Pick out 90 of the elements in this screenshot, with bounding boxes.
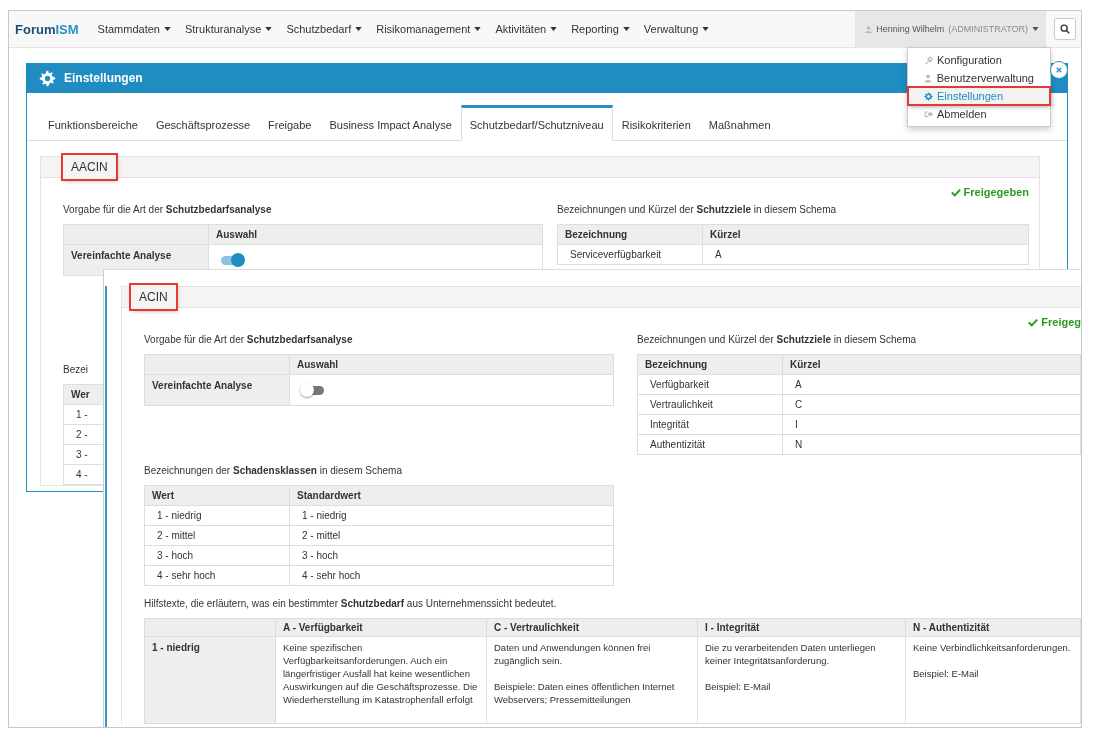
- table-cell: 2 - mittel: [289, 525, 614, 546]
- user-icon: [924, 73, 933, 83]
- table-cell: A: [782, 374, 1081, 395]
- cell-text: Keine spezifischen Verfügbarkeitsanforderungen. Auch ein längerfristiger Ausfall hat keine wesentlichen Auswirkungen auf die Geschäftsprozesse. Die Wiederherstellung im Katastrophenfall erfolgt: [283, 641, 479, 706]
- menu-item[interactable]: Abmelden: [908, 105, 1050, 123]
- table-cell: N: [782, 434, 1081, 455]
- table-cell: C: [782, 394, 1081, 415]
- caret-icon: [550, 27, 558, 31]
- close-icon: [1056, 67, 1062, 73]
- cell-text: Beispiel: E-Mail: [705, 680, 772, 693]
- caret-icon: [1032, 27, 1039, 31]
- table-cell: Authentizität: [637, 434, 783, 455]
- column-header: Bezeichnung: [557, 224, 703, 245]
- table-cell: 3 - hoch: [289, 545, 614, 566]
- section-intro: Vorgabe für die Art der Schutzbedarfsanalyse: [63, 204, 273, 215]
- plug-icon: [924, 55, 933, 65]
- user-menu-button[interactable]: Henning Wilhelm (ADMINISTRATOR): [855, 11, 1046, 47]
- cell-text: Die zu verarbeitenden Daten unterliegen keiner Integritätsanforderung.: [705, 641, 877, 667]
- tab[interactable]: Maßnahmen: [699, 105, 780, 141]
- section-intro: Vorgabe für die Art der Schutzbedarfsanalyse: [144, 334, 354, 345]
- column-header: Auswahl: [208, 224, 543, 245]
- table-cell: I: [782, 414, 1081, 435]
- caret-icon: [622, 27, 630, 31]
- menu-item[interactable]: Verwaltung: [636, 23, 717, 35]
- check-icon: [950, 187, 961, 197]
- caret-icon: [355, 27, 363, 31]
- tab[interactable]: Schutzbedarf/Schutzniveau: [460, 105, 613, 141]
- menu-item[interactable]: Stammdaten: [90, 23, 178, 35]
- table-cell: Vertraulichkeit: [637, 394, 783, 415]
- tab[interactable]: Funktionsbereiche: [39, 105, 147, 141]
- table-cell: 1 - niedrig: [289, 505, 614, 526]
- status-label: Freigegeben: [950, 186, 1029, 198]
- search-icon: [1060, 24, 1070, 34]
- column-header: I - Integrität: [697, 618, 906, 637]
- row-header: Vereinfachte Analyse: [144, 374, 290, 406]
- tab[interactable]: Geschäftsprozesse: [146, 105, 260, 141]
- check-icon: [1028, 317, 1039, 327]
- menu-item[interactable]: Strukturanalyse: [177, 23, 280, 35]
- column-header: A - Verfügbarkeit: [275, 618, 487, 637]
- cell-text: Daten und Anwendungen können frei zugänglich sein.: [494, 641, 652, 667]
- status-label: Freigeg: [1028, 316, 1081, 328]
- toggle-switch[interactable]: [221, 256, 243, 266]
- cell-text: Beispiele: Daten eines öffentlichen Internet Webservers; Pressemitteilungen: [494, 680, 676, 706]
- table-cell: 4 - sehr hoch: [289, 565, 614, 586]
- settings-icon: [924, 91, 933, 101]
- column-header: Kürzel: [702, 224, 1029, 245]
- toggle-switch[interactable]: [302, 386, 324, 396]
- settings-icon: [39, 69, 56, 87]
- table-cell: A: [702, 244, 1029, 265]
- tab[interactable]: Business Impact Analyse: [320, 105, 461, 141]
- menu-item[interactable]: Schutzbedarf: [279, 23, 370, 35]
- menu-item[interactable]: Reporting: [564, 23, 637, 35]
- menu-item[interactable]: Benutzerverwaltung: [908, 69, 1050, 87]
- menu-item[interactable]: Konfiguration: [908, 51, 1050, 69]
- tab[interactable]: Risikokriterien: [612, 105, 700, 141]
- caret-icon: [702, 27, 710, 31]
- table-cell: 4 - sehr hoch: [144, 565, 290, 586]
- table-cell: 2 - mittel: [144, 525, 290, 546]
- column-header: Standardwert: [289, 485, 614, 506]
- column-header: Bezeichnung: [637, 354, 783, 375]
- search-button[interactable]: [1054, 18, 1076, 40]
- section-intro: Bezeichnungen und Kürzel der Schutzziele in diesem Schema: [557, 204, 838, 215]
- table-cell: 3 - hoch: [144, 545, 290, 566]
- menu-item[interactable]: Aktivitäten: [488, 23, 565, 35]
- table-cell: Integrität: [637, 414, 783, 435]
- table-cell: 1 - niedrig: [144, 505, 290, 526]
- dialog-title: Einstellungen: [64, 71, 143, 85]
- column-header: Auswahl: [289, 354, 614, 375]
- section-intro: Hilfstexte, die erläutern, was ein bestimmter Schutzbedarf aus Unternehmenssicht bedeutet.: [144, 598, 558, 609]
- schema-name: AACIN: [63, 155, 116, 179]
- table-cell: Verfügbarkeit: [637, 374, 783, 395]
- column-header: Wert: [144, 485, 290, 506]
- section-intro: Bezeichnungen und Kürzel der Schutzziele in diesem Schema: [637, 334, 918, 345]
- column-header: C - Vertraulichkeit: [486, 618, 698, 637]
- cell-text: Beispiel: E-Mail: [913, 667, 980, 680]
- schema-name: ACIN: [131, 285, 176, 309]
- column-header: Kürzel: [782, 354, 1081, 375]
- caret-icon: [265, 27, 273, 31]
- cell-text: Keine Verbindlichkeitsanforderungen.: [913, 641, 1072, 654]
- row-header: 1 - niedrig: [144, 636, 276, 724]
- column-header: N - Authentizität: [905, 618, 1081, 637]
- user-icon: [865, 25, 873, 33]
- table-cell: Serviceverfügbarkeit: [557, 244, 703, 265]
- app-logo[interactable]: ForumISM: [15, 21, 79, 37]
- caret-icon: [474, 27, 482, 31]
- menu-item[interactable]: Risikomanagement: [369, 23, 489, 35]
- caret-icon: [163, 27, 171, 31]
- tab[interactable]: Freigabe: [259, 105, 321, 141]
- section-intro: Bezeichnungen der Schadensklassen in diesem Schema: [144, 465, 403, 476]
- sign-out-icon: [924, 109, 933, 119]
